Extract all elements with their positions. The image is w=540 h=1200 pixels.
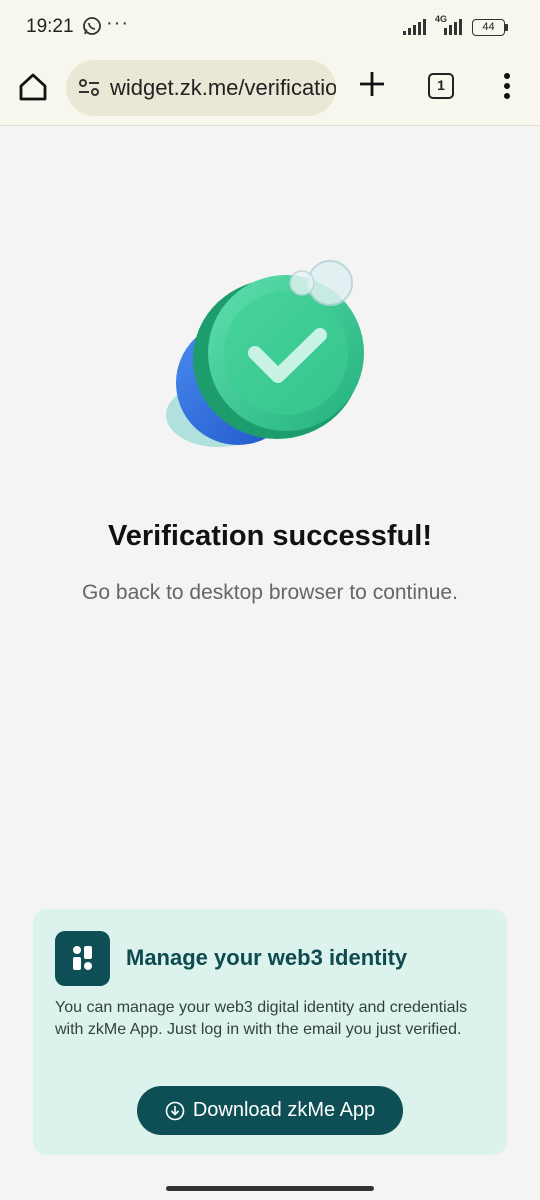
url-text[interactable]: widget.zk.me/verification bbox=[110, 75, 336, 101]
notification-more-icon: ··· bbox=[106, 12, 129, 34]
download-icon bbox=[165, 1101, 185, 1120]
more-vert-icon[interactable] bbox=[498, 71, 516, 101]
download-button-label: Download zkMe App bbox=[192, 1099, 376, 1121]
site-settings-icon[interactable] bbox=[78, 78, 100, 98]
home-icon[interactable] bbox=[16, 70, 50, 104]
success-coins-illustration bbox=[166, 260, 364, 447]
tabs-icon[interactable]: 1 bbox=[428, 73, 454, 99]
status-time: 19:21 bbox=[26, 16, 74, 37]
promo-title: Manage your web3 identity bbox=[126, 945, 408, 970]
promo-description: You can manage your web3 digital identit… bbox=[55, 999, 468, 1038]
home-indicator[interactable] bbox=[166, 1186, 374, 1191]
signal-icon bbox=[403, 19, 426, 35]
page-subtitle: Go back to desktop browser to continue. bbox=[82, 581, 458, 604]
browser-toolbar: widget.zk.me/verification 1 bbox=[0, 54, 540, 126]
app-promo-card: Manage your web3 identity You can manage… bbox=[33, 909, 507, 1155]
plus-icon[interactable] bbox=[356, 68, 388, 100]
battery-cap bbox=[505, 24, 508, 31]
whatsapp-icon bbox=[83, 17, 101, 35]
battery-indicator: 44 bbox=[472, 19, 505, 36]
address-bar[interactable]: widget.zk.me/verification bbox=[66, 60, 336, 116]
signal-icon bbox=[444, 19, 462, 35]
zkme-logo-icon bbox=[55, 931, 110, 986]
status-bar: 19:21 ··· 4G 44 bbox=[0, 0, 540, 54]
page-title: Verification successful! bbox=[108, 520, 432, 552]
download-app-button[interactable]: Download zkMe App bbox=[137, 1086, 403, 1135]
